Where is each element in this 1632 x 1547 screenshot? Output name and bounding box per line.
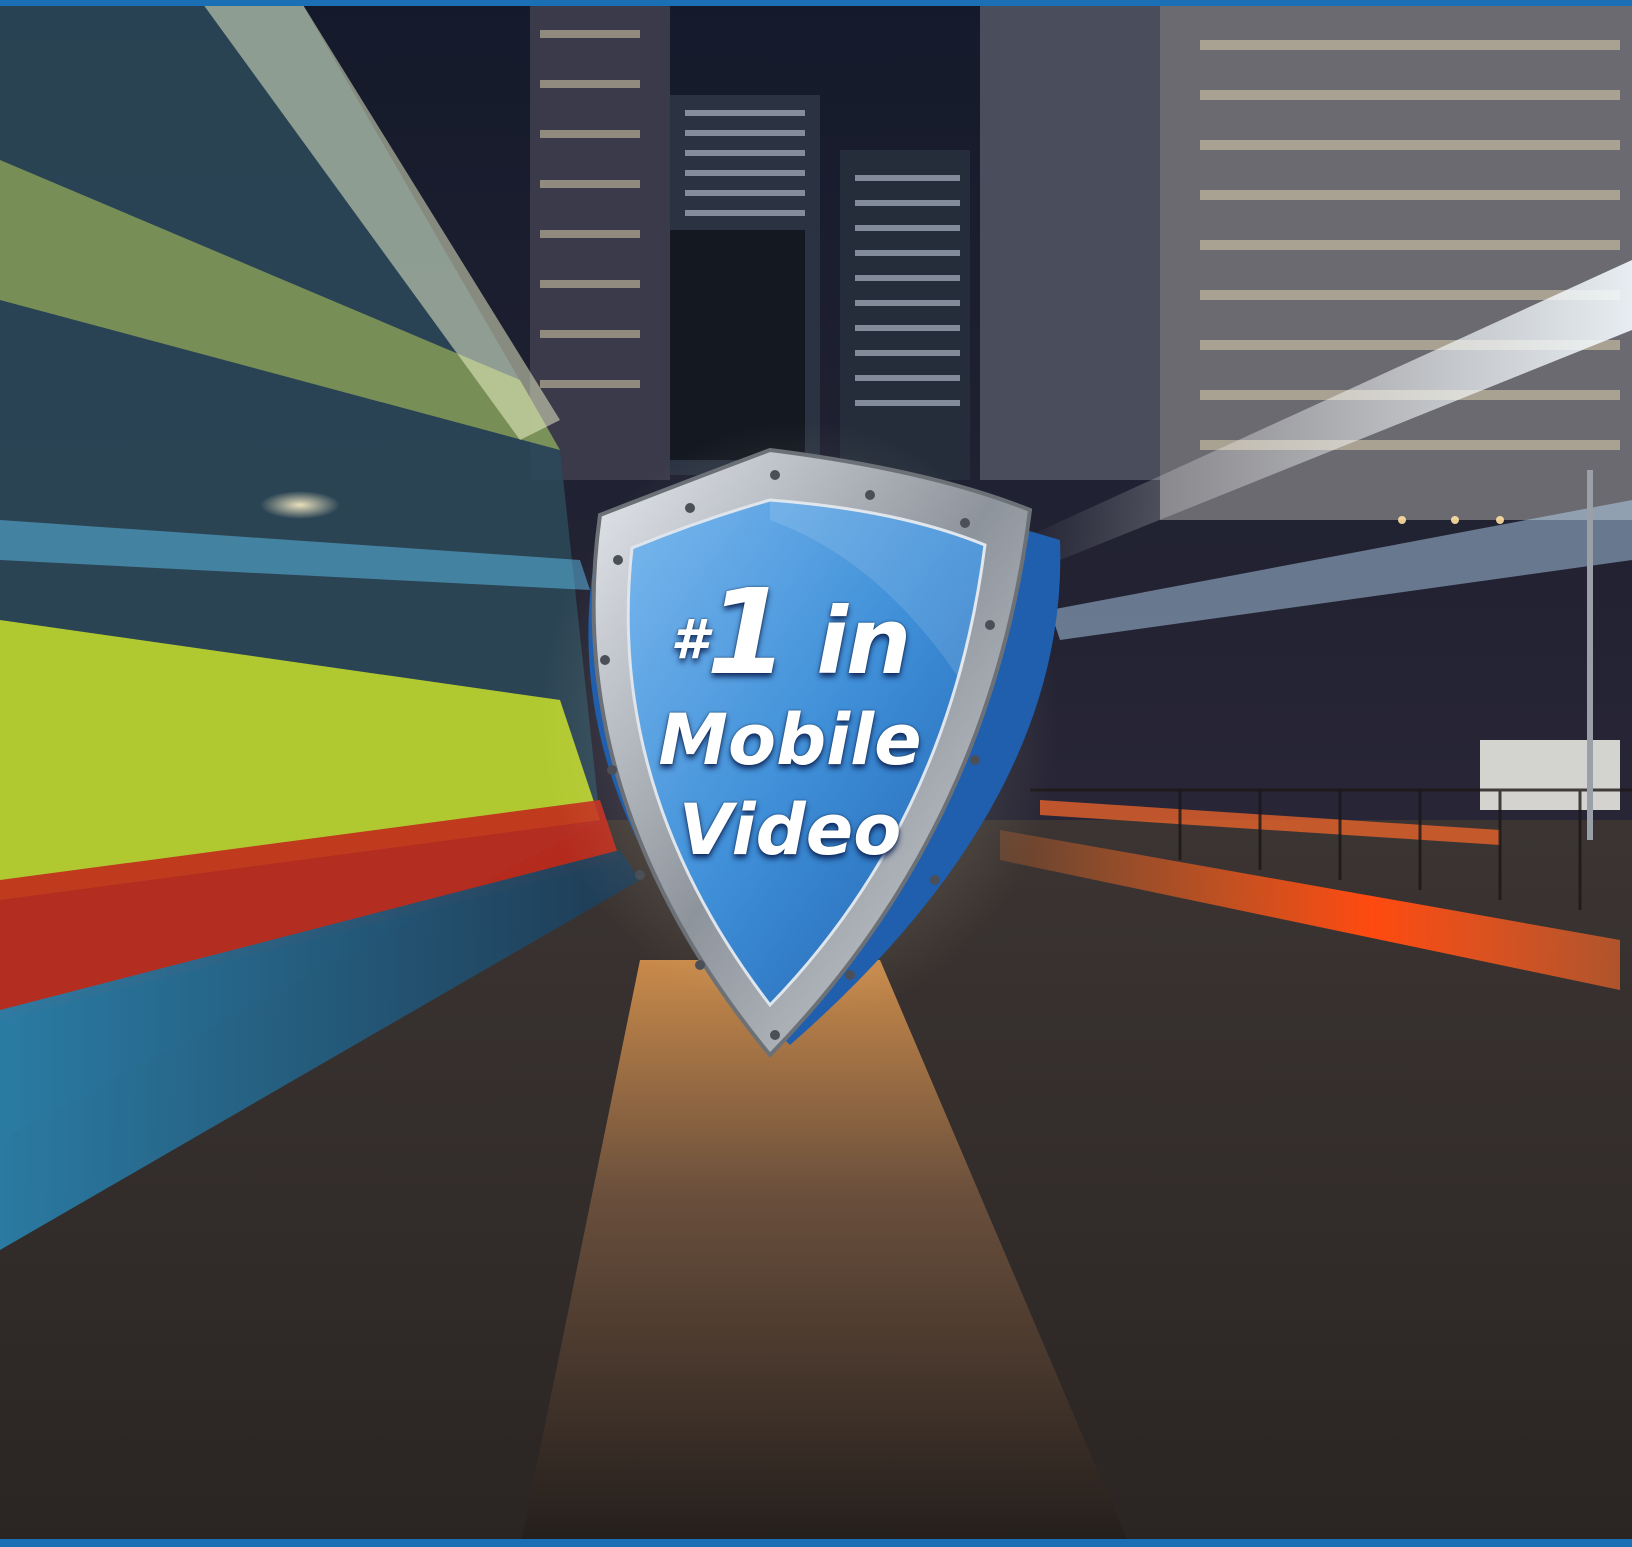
headline-line-2: Mobile — [658, 699, 922, 781]
frame-top-border — [0, 0, 1632, 6]
shield-headline: #1 in Mobile Video — [615, 573, 965, 874]
hero-photo: #1 in Mobile Video — [0, 0, 1632, 1547]
building — [980, 0, 1160, 480]
rank-number: 1 — [706, 563, 788, 701]
headline-line-1: #1 in — [615, 573, 965, 695]
headline-line-3: Video — [678, 789, 902, 871]
frame-bottom-border — [0, 1539, 1632, 1547]
hash-symbol: # — [670, 608, 709, 671]
headline-in: in — [816, 588, 911, 695]
